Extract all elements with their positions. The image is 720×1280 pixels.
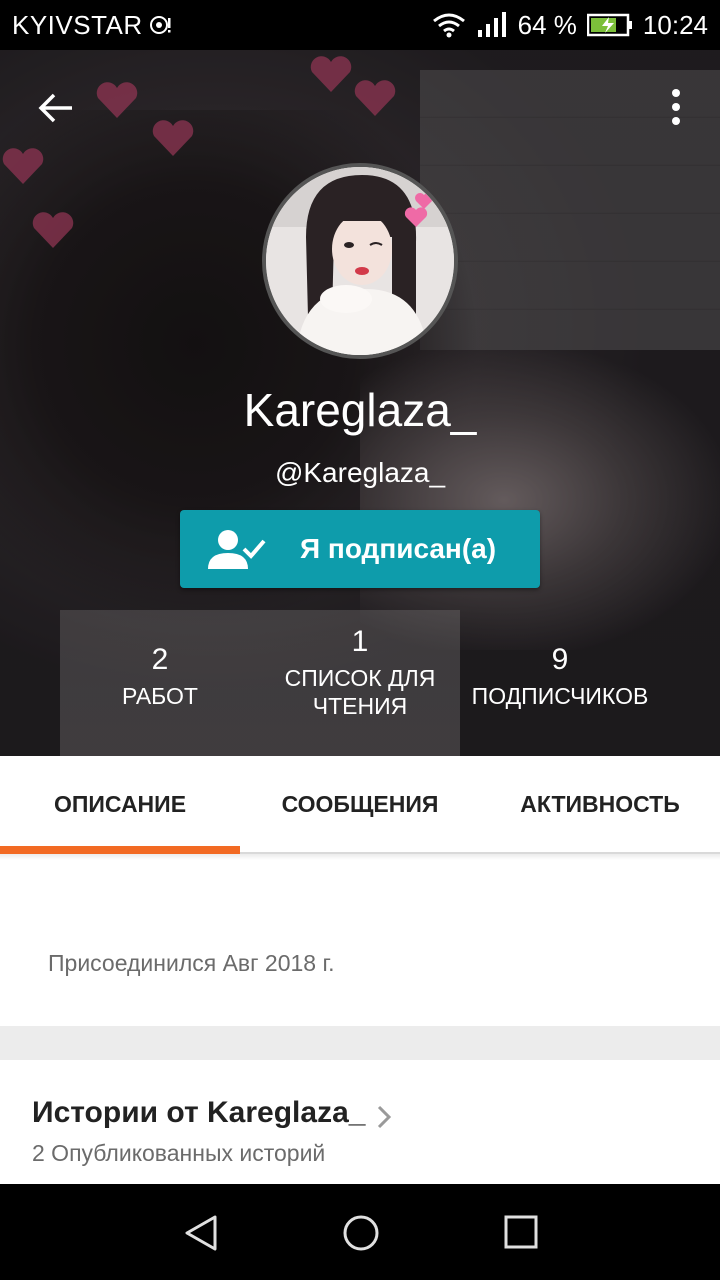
arrow-left-icon[interactable] (36, 88, 76, 128)
nav-recent-icon[interactable] (504, 1215, 538, 1249)
nav-back-icon[interactable] (183, 1214, 219, 1252)
signal-icon (476, 12, 508, 38)
navigation-bar (0, 1184, 720, 1280)
stat-works[interactable]: 2 РАБОТ (80, 642, 240, 710)
following-button-label: Я подписан(а) (300, 533, 497, 564)
avatar[interactable] (262, 163, 458, 359)
profile-handle: @Kareglaza_ (274, 457, 446, 488)
stat-followers-value: 9 (551, 643, 569, 676)
status-bar: KYIVSTAR 64 % 10:24 (0, 0, 720, 50)
stat-reading-list-value: 1 (351, 625, 369, 658)
stat-reading-list[interactable]: 1 СПИСОК ДЛЯ ЧТЕНИЯ (260, 624, 460, 720)
stories-title: Истории от Kareglaza_ (32, 1096, 366, 1129)
profile-username: Kareglaza_ (243, 384, 477, 436)
carrier-name: KYIVSTAR (12, 9, 143, 40)
chevron-right-icon (377, 1105, 392, 1129)
tab-activity[interactable]: АКТИВНОСТЬ (480, 756, 720, 852)
profile-header: Kareglaza_ @Kareglaza_ Я подписан(а) 2 Р… (0, 50, 720, 756)
stories-section[interactable]: Истории от Kareglaza_ 2 Опубликованных и… (0, 1060, 720, 1184)
joined-date: Присоединился Авг 2018 г. (48, 950, 335, 976)
stat-works-label: РАБОТ (122, 683, 198, 709)
stat-reading-list-label-line1: СПИСОК ДЛЯ (284, 665, 436, 691)
following-button[interactable]: Я подписан(а) (180, 510, 540, 588)
battery-percent: 64 % (517, 9, 577, 40)
stat-works-value: 2 (151, 643, 169, 676)
clock: 10:24 (642, 9, 708, 40)
stat-followers[interactable]: 9 ПОДПИСЧИКОВ (460, 642, 660, 710)
section-divider (0, 1026, 720, 1060)
tab-messages[interactable]: СООБЩЕНИЯ (240, 756, 480, 852)
wifi-icon (432, 12, 466, 38)
tab-about[interactable]: ОПИСАНИЕ (0, 756, 240, 854)
user-check-icon (208, 530, 266, 569)
stories-count: 2 Опубликованных историй (32, 1140, 326, 1166)
more-vertical-icon[interactable] (668, 88, 684, 128)
stat-followers-label: ПОДПИСЧИКОВ (471, 683, 649, 709)
stat-reading-list-label-line2: ЧТЕНИЯ (312, 693, 408, 719)
nav-home-icon[interactable] (342, 1214, 380, 1252)
stat-reading-list-label: СПИСОК ДЛЯ ЧТЕНИЯ (260, 664, 460, 720)
profile-tabs: ОПИСАНИЕ СООБЩЕНИЯ АКТИВНОСТЬ (0, 756, 720, 854)
sync-icon (149, 13, 173, 37)
battery-charging-icon (586, 13, 633, 37)
